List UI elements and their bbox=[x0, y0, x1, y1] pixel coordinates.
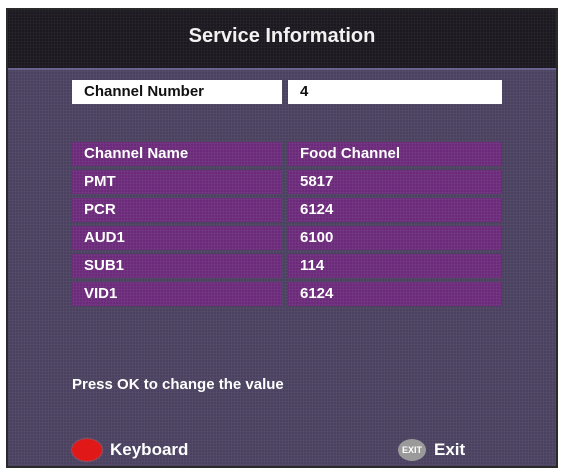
table-row[interactable]: VID1 6124 bbox=[72, 282, 502, 306]
channel-number-label: Channel Number bbox=[72, 80, 282, 104]
table-row[interactable]: Channel Name Food Channel bbox=[72, 142, 502, 166]
row-value[interactable]: 5817 bbox=[288, 170, 502, 194]
row-value[interactable]: 6100 bbox=[288, 226, 502, 250]
row-label: PMT bbox=[72, 170, 282, 194]
exit-label: Exit bbox=[434, 440, 466, 459]
row-label: Channel Name bbox=[72, 142, 282, 166]
hint-text: Press OK to change the value bbox=[72, 376, 284, 393]
channel-number-input[interactable]: 4 bbox=[288, 80, 502, 104]
title-bar: Service Information bbox=[8, 10, 556, 70]
table-row[interactable]: SUB1 114 bbox=[72, 254, 502, 278]
row-label: SUB1 bbox=[72, 254, 282, 278]
table-row[interactable]: AUD1 6100 bbox=[72, 226, 502, 250]
row-label: PCR bbox=[72, 198, 282, 222]
table-row[interactable]: PMT 5817 bbox=[72, 170, 502, 194]
row-label: VID1 bbox=[72, 282, 282, 306]
exit-icon: EXIT bbox=[398, 439, 426, 461]
channel-number-row: Channel Number 4 bbox=[72, 80, 502, 104]
service-info-panel: Service Information Channel Number 4 Cha… bbox=[6, 8, 558, 468]
row-label: AUD1 bbox=[72, 226, 282, 250]
row-value[interactable]: 114 bbox=[288, 254, 502, 278]
exit-button[interactable]: EXIT Exit bbox=[398, 436, 465, 464]
red-button-icon bbox=[72, 439, 102, 461]
row-value[interactable]: 6124 bbox=[288, 198, 502, 222]
keyboard-button[interactable]: Keyboard bbox=[72, 436, 188, 464]
row-value[interactable]: 6124 bbox=[288, 282, 502, 306]
keyboard-label: Keyboard bbox=[110, 440, 189, 459]
table-row[interactable]: PCR 6124 bbox=[72, 198, 502, 222]
page-title: Service Information bbox=[188, 25, 376, 47]
row-value[interactable]: Food Channel bbox=[288, 142, 502, 166]
